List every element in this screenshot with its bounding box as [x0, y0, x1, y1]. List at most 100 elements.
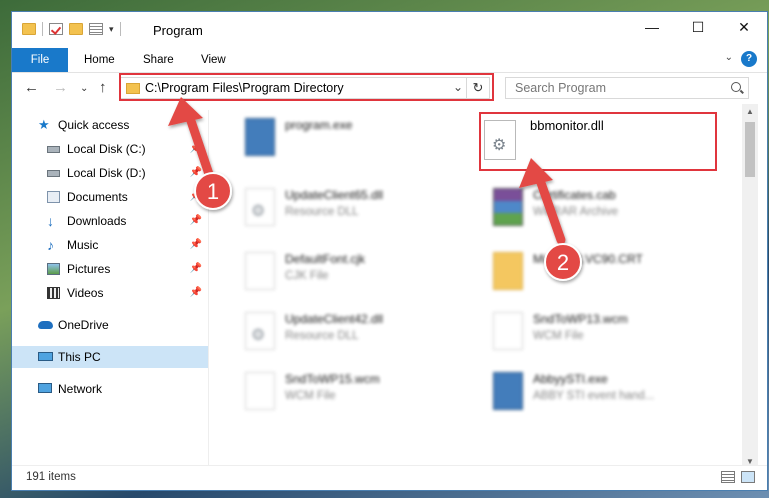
close-button[interactable]: ✕ [721, 12, 767, 42]
sidebar-item-music[interactable]: ♪ Music 📌 [12, 234, 208, 256]
title-bar: ▾ Program — ☐ ✕ [12, 12, 767, 48]
sidebar-item-label: Quick access [58, 118, 130, 132]
list-item[interactable]: Microsoft.VC90.CRT [477, 246, 717, 310]
gear-file-icon [245, 188, 275, 226]
list-item[interactable]: DefaultFont.cjk CJK File [229, 246, 469, 310]
tab-share[interactable]: Share [143, 48, 174, 72]
sidebar-item-this-pc[interactable]: This PC [12, 346, 208, 368]
arrow-left-icon[interactable]: ← [24, 79, 39, 96]
file-type: WinRAR Archive [533, 206, 618, 218]
window-title: Program [153, 23, 203, 38]
pin-icon: 📌 [189, 215, 202, 226]
chevron-down-icon[interactable]: ⌄ [725, 52, 733, 63]
sidebar-item-label: This PC [58, 350, 101, 364]
customize-icon[interactable] [89, 23, 103, 35]
file-type: ABBY STI event hand... [533, 390, 655, 402]
search-placeholder[interactable]: Search Program [515, 81, 606, 95]
maximize-button[interactable]: ☐ [675, 12, 721, 42]
list-item[interactable]: Certificates.cab WinRAR Archive [477, 182, 717, 246]
toolbar-separator [42, 22, 43, 36]
arrow-up-icon[interactable]: ↑ [99, 79, 107, 96]
file-name: SndToWP13.wcm [533, 312, 628, 326]
list-item[interactable]: SndToWP15.wcm WCM File [229, 366, 469, 430]
arrow-right-icon[interactable]: → [53, 79, 68, 96]
pin-icon: 📌 [189, 239, 202, 250]
sidebar-item-label: Downloads [67, 214, 127, 228]
sidebar-item-label: Documents [67, 190, 128, 204]
app-icon [245, 118, 275, 156]
file-name: UpdateClient65.dll [285, 188, 384, 202]
list-item[interactable]: UpdateClient42.dll Resource DLL [229, 306, 469, 370]
app-icon [493, 372, 523, 410]
file-name: program.exe [285, 118, 353, 132]
vertical-scrollbar[interactable]: ▲ ▼ [742, 104, 758, 469]
file-icon [245, 372, 275, 410]
sidebar-item-videos[interactable]: Videos 📌 [12, 282, 208, 304]
file-type: CJK File [285, 270, 329, 282]
sidebar-item-downloads[interactable]: ↓ Downloads 📌 [12, 210, 208, 232]
sidebar-item-label: Network [58, 382, 103, 396]
navigation-pane: ★ Quick access Local Disk (C:) 📌 Local D… [12, 110, 208, 465]
network-icon [38, 383, 52, 393]
dropdown-icon[interactable]: ▾ [109, 24, 114, 35]
search-icon [731, 82, 741, 92]
sidebar-item-network[interactable]: Network [12, 378, 208, 400]
file-icon [245, 252, 275, 290]
pin-icon: 📌 [189, 287, 202, 298]
pin-icon: 📌 [189, 263, 202, 274]
file-name: Microsoft.VC90.CRT [533, 252, 643, 266]
file-name: Certificates.cab [533, 188, 616, 202]
sidebar-item-local-disk-c[interactable]: Local Disk (C:) 📌 [12, 138, 208, 160]
sidebar-item-local-disk-d[interactable]: Local Disk (D:) 📌 [12, 162, 208, 184]
file-highlight-box [479, 112, 717, 171]
file-name: UpdateClient42.dll [285, 312, 384, 326]
computer-icon [38, 352, 53, 361]
scroll-up-icon[interactable]: ▲ [746, 107, 754, 116]
tab-home[interactable]: Home [84, 48, 115, 72]
sidebar-item-quick-access[interactable]: ★ Quick access [12, 114, 208, 136]
sidebar-item-label: Pictures [67, 262, 111, 276]
tab-view[interactable]: View [201, 48, 226, 72]
sidebar-item-label: Music [67, 238, 99, 252]
sidebar-item-label: OneDrive [58, 318, 109, 332]
scrollbar-thumb[interactable] [745, 122, 755, 177]
cloud-icon [38, 321, 53, 329]
file-type: WCM File [285, 390, 336, 402]
sidebar-item-label: Videos [67, 286, 104, 300]
file-name: DefaultFont.cjk [285, 252, 366, 266]
sidebar-item-pictures[interactable]: Pictures 📌 [12, 258, 208, 280]
pin-icon: 📌 [189, 143, 202, 154]
new-folder-icon[interactable] [69, 23, 83, 35]
list-item[interactable]: program.exe [229, 112, 469, 176]
list-item[interactable]: UpdateClient65.dll Resource DLL [229, 182, 469, 246]
status-bar: 191 items [12, 465, 767, 490]
star-icon: ★ [38, 117, 50, 132]
pin-icon: 📌 [189, 167, 202, 178]
list-item[interactable]: SndToWP13.wcm WCM File [477, 306, 717, 370]
minimize-button[interactable]: — [629, 12, 675, 42]
file-type: WCM File [533, 330, 584, 342]
sidebar-item-label: Local Disk (D:) [67, 166, 146, 180]
help-button[interactable]: ? [741, 51, 757, 67]
item-count: 191 items [26, 471, 76, 483]
details-view-icon[interactable] [721, 471, 735, 483]
ribbon: File Home Share View ⌄ ? [12, 48, 767, 73]
videos-icon [47, 287, 60, 299]
sidebar-item-onedrive[interactable]: OneDrive [12, 314, 208, 336]
drive-icon [47, 146, 60, 153]
file-type: Resource DLL [285, 206, 359, 218]
tab-file[interactable]: File [12, 48, 68, 72]
large-icons-view-icon[interactable] [741, 471, 755, 483]
address-highlight-box [119, 73, 494, 101]
properties-icon[interactable] [49, 23, 63, 35]
list-item[interactable]: AbbyySTI.exe ABBY STI event hand... [477, 366, 717, 430]
toolbar-separator [119, 22, 121, 36]
sidebar-item-label: Local Disk (C:) [67, 142, 146, 156]
folder-icon [22, 23, 36, 35]
zip-folder-icon [493, 252, 523, 290]
search-input[interactable]: Search Program [505, 77, 749, 99]
sidebar-item-documents[interactable]: Documents 📌 [12, 186, 208, 208]
file-name: SndToWP15.wcm [285, 372, 380, 386]
chevron-down-icon[interactable]: ⌄ [80, 83, 88, 94]
music-icon: ♪ [47, 237, 54, 253]
